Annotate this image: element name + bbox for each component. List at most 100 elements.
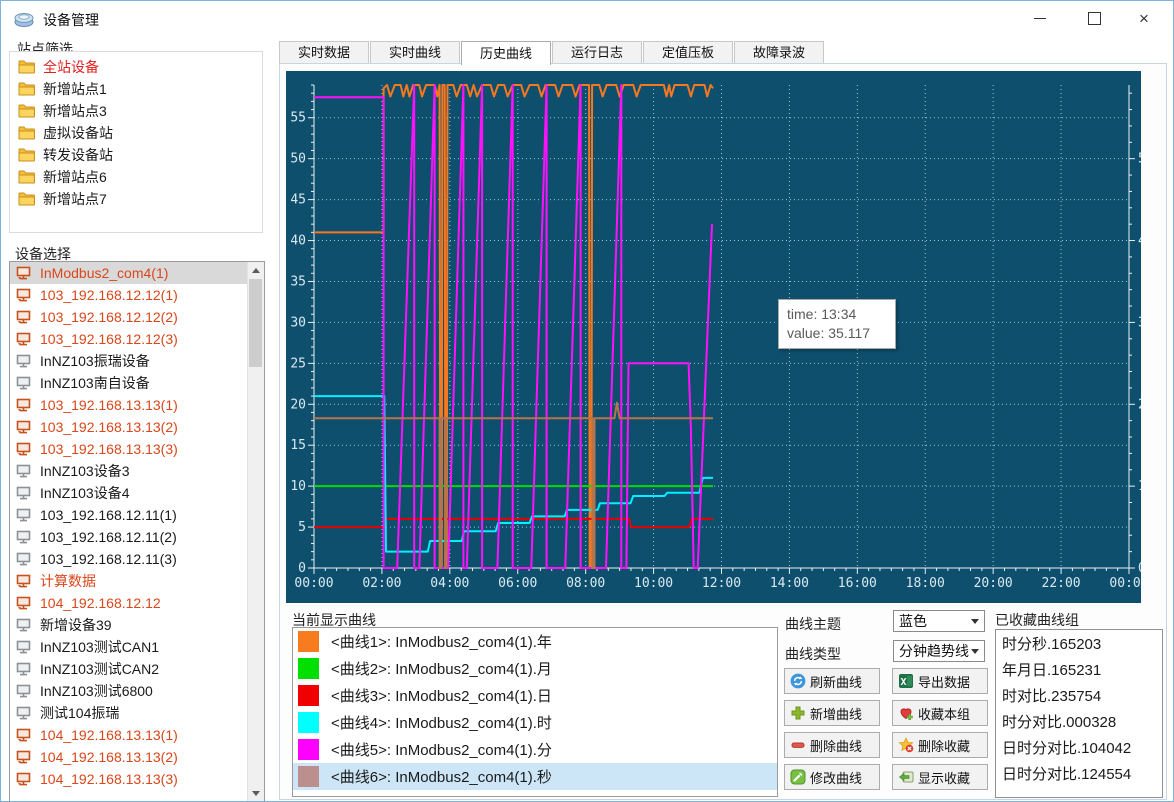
curve-theme-dropdown[interactable]: 蓝色 [893,610,985,632]
folder-icon [18,170,35,184]
tab-6[interactable]: 故障录波 [734,41,824,63]
favorite-item[interactable]: 日时分对比.124554 [996,762,1162,788]
device-item[interactable]: 104_192.168.13.13(2) [10,746,264,768]
device-item[interactable]: 103_192.168.12.11(3) [10,548,264,570]
legend-row[interactable]: <曲线4>: InModbus2_com4(1).时 [293,709,777,736]
action-button-2[interactable]: X导出数据 [892,668,988,694]
action-button-1[interactable]: 刷新曲线 [784,668,880,694]
site-item[interactable]: 虚拟设备站 [14,122,258,144]
svg-text:00:00: 00:00 [294,576,333,591]
svg-text:30: 30 [1138,315,1141,330]
scroll-down-icon[interactable] [248,785,264,801]
action-button-3[interactable]: 新增曲线 [784,700,880,726]
device-item[interactable]: InNZ103测试CAN1 [10,636,264,658]
device-item[interactable]: 103_192.168.12.12(3) [10,328,264,350]
legend-row[interactable]: <曲线6>: InModbus2_com4(1).秒 [293,763,777,790]
device-item[interactable]: 测试104振瑞 [10,702,264,724]
favorite-item[interactable]: 时分对比.000328 [996,710,1162,736]
device-item[interactable]: 103_192.168.12.12(1) [10,284,264,306]
svg-text:20:00: 20:00 [974,576,1013,591]
minus-icon [790,737,806,753]
action-button-5[interactable]: 删除曲线 [784,732,880,758]
legend-row[interactable]: <曲线5>: InModbus2_com4(1).分 [293,736,777,763]
favorite-item[interactable]: 时对比.235754 [996,684,1162,710]
curve-color-swatch [298,685,319,706]
device-item[interactable]: InNZ103振瑞设备 [10,350,264,372]
device-item[interactable]: 103_192.168.12.12(2) [10,306,264,328]
device-item[interactable]: 104_192.168.12.12 [10,592,264,614]
legend-row[interactable]: <曲线3>: InModbus2_com4(1).日 [293,682,777,709]
favorite-item[interactable]: 年月日.165231 [996,658,1162,684]
site-item[interactable]: 转发设备站 [14,144,258,166]
device-item-label: InModbus2_com4(1) [40,265,168,281]
favorites-title: 已收藏曲线组 [995,610,1079,630]
site-item[interactable]: 新增站点3 [14,100,258,122]
legend-row-label: <曲线5>: InModbus2_com4(1).分 [331,739,552,760]
tab-1[interactable]: 实时数据 [279,41,369,63]
action-button-8[interactable]: 显示收藏 [892,764,988,790]
device-item[interactable]: InNZ103设备3 [10,460,264,482]
device-item[interactable]: 103_192.168.13.13(1) [10,394,264,416]
action-button-7[interactable]: 修改曲线 [784,764,880,790]
svg-text:18:00: 18:00 [906,576,945,591]
device-item[interactable]: InNZ103测试CAN2 [10,658,264,680]
folder-icon [18,148,35,162]
svg-text:20: 20 [290,397,306,412]
history-curve-chart[interactable]: 05101520253035404550550102030405000:0002… [286,71,1141,603]
legend-row[interactable]: <曲线1>: InModbus2_com4(1).年 [293,628,777,655]
svg-text:0: 0 [1138,561,1141,576]
action-button-4[interactable]: 收藏本组 [892,700,988,726]
close-icon: × [1139,10,1149,27]
chart-canvas[interactable]: 05101520253035404550550102030405000:0002… [286,71,1141,603]
site-item[interactable]: 新增站点1 [14,78,258,100]
device-list-scrollbar[interactable] [247,262,264,801]
action-button-6[interactable]: 删除收藏 [892,732,988,758]
device-item[interactable]: 新增设备39 [10,614,264,636]
legend-row[interactable]: <曲线2>: InModbus2_com4(1).月 [293,655,777,682]
scrollbar-thumb[interactable] [249,279,262,367]
device-item[interactable]: 104_192.168.13.13(3) [10,768,264,790]
svg-text:50: 50 [1138,152,1141,167]
device-item[interactable]: 计算数据 [10,570,264,592]
curve-type-dropdown[interactable]: 分钟趋势线 [893,640,985,662]
scroll-up-icon[interactable] [248,262,264,278]
device-item[interactable]: 103_192.168.13.13(2) [10,416,264,438]
svg-text:40: 40 [1138,234,1141,249]
device-item[interactable]: InNZ103测试6800 [10,680,264,702]
device-item[interactable]: InModbus2_com4(1) [10,262,264,284]
monitor-icon [16,618,32,633]
minimize-button[interactable] [1017,1,1063,35]
tab-5[interactable]: 定值压板 [643,41,733,63]
tab-3[interactable]: 历史曲线 [461,41,551,65]
device-item[interactable]: InNZ103南自设备 [10,372,264,394]
maximize-button[interactable] [1071,1,1117,35]
monitor-icon [16,266,32,281]
tab-2[interactable]: 实时曲线 [370,41,460,63]
device-item[interactable]: 103_192.168.13.13(3) [10,438,264,460]
site-item[interactable]: 全站设备 [14,56,258,78]
device-item[interactable]: 104_192.168.13.13(1) [10,724,264,746]
device-item-label: InNZ103南自设备 [40,373,150,393]
monitor-icon [16,288,32,303]
device-item-label: 103_192.168.13.13(3) [40,441,178,457]
device-item[interactable]: 103_192.168.12.11(2) [10,526,264,548]
site-item[interactable]: 新增站点6 [14,166,258,188]
site-item[interactable]: 新增站点7 [14,188,258,210]
svg-text:10: 10 [290,479,306,494]
legend-row-label: <曲线1>: InModbus2_com4(1).年 [331,631,552,652]
favorite-item[interactable]: 时分秒.165203 [996,632,1162,658]
wrench-icon [790,769,806,785]
device-item-label: InNZ103测试6800 [40,681,153,701]
svg-text:08:00: 08:00 [566,576,605,591]
device-item-label: 103_192.168.12.12(1) [40,287,178,303]
favorite-item[interactable]: 日时分对比.104042 [996,736,1162,762]
monitor-icon [16,706,32,721]
device-item[interactable]: InNZ103设备4 [10,482,264,504]
device-item-label: InNZ103振瑞设备 [40,351,150,371]
site-item-label: 新增站点1 [43,79,107,99]
monitor-icon [16,552,32,567]
device-item[interactable]: 103_192.168.12.11(1) [10,504,264,526]
close-button[interactable]: × [1121,1,1167,35]
device-item-label: InNZ103设备3 [40,461,129,481]
tab-4[interactable]: 运行日志 [552,41,642,63]
